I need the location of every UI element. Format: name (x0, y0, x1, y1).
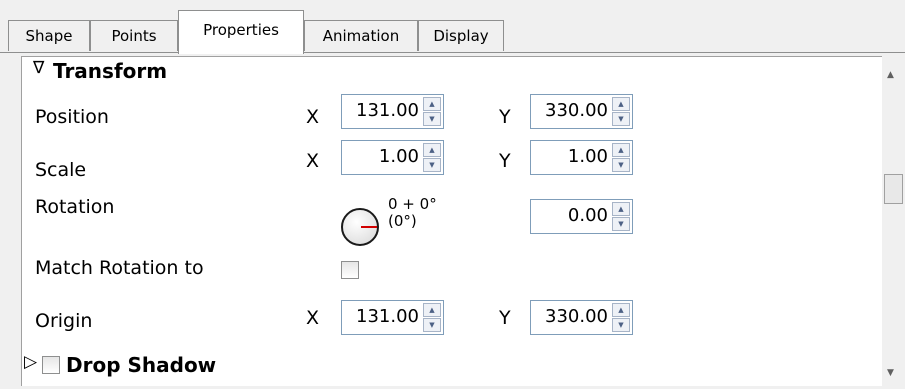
position-y-spinbox[interactable]: 330.00 ▲ ▼ (530, 94, 633, 129)
spin-down-icon[interactable]: ▼ (423, 318, 441, 332)
spin-down-icon[interactable]: ▼ (612, 158, 630, 172)
scroll-up-arrow-icon[interactable]: ▲ (887, 70, 894, 80)
tab-properties[interactable]: Properties (178, 10, 304, 54)
origin-x-value[interactable]: 131.00 (356, 306, 419, 327)
spin-down-icon[interactable]: ▼ (423, 112, 441, 126)
spin-down-icon[interactable]: ▼ (612, 318, 630, 332)
match-rotation-checkbox[interactable] (341, 261, 359, 279)
tab-divider (0, 52, 905, 53)
rotation-label: Rotation (35, 196, 115, 218)
vertical-scrollbar[interactable]: ▲ ▼ (882, 56, 905, 385)
drop-shadow-section-title[interactable]: Drop Shadow (66, 353, 216, 377)
tab-shape[interactable]: Shape (8, 20, 90, 51)
origin-x-spinbox[interactable]: 131.00 ▲ ▼ (341, 300, 444, 335)
scale-y-value[interactable]: 1.00 (568, 146, 608, 167)
origin-label: Origin (35, 310, 93, 332)
spin-up-icon[interactable]: ▲ (423, 97, 441, 111)
spin-down-icon[interactable]: ▼ (423, 158, 441, 172)
position-y-label: Y (499, 106, 511, 128)
drop-shadow-checkbox[interactable] (42, 356, 60, 374)
expand-drop-shadow-icon[interactable]: ▷ (24, 352, 37, 372)
rotation-readout-degrees: (0°) (388, 212, 417, 230)
position-x-label: X (306, 106, 320, 128)
origin-y-value[interactable]: 330.00 (545, 306, 608, 327)
match-rotation-label-clip: Match Rotation to Path (35, 255, 285, 285)
tab-points[interactable]: Points (90, 20, 178, 51)
spin-up-icon[interactable]: ▲ (612, 303, 630, 317)
scale-y-label: Y (499, 150, 511, 172)
scale-x-value[interactable]: 1.00 (379, 146, 419, 167)
position-x-value[interactable]: 131.00 (356, 100, 419, 121)
scale-label: Scale (35, 159, 87, 181)
scale-y-spinbox[interactable]: 1.00 ▲ ▼ (530, 140, 633, 175)
tab-bar: Shape Points Properties Animation Displa… (0, 0, 905, 54)
spin-up-icon[interactable]: ▲ (612, 202, 630, 216)
scroll-down-arrow-icon[interactable]: ▼ (887, 368, 894, 378)
spin-up-icon[interactable]: ▲ (423, 303, 441, 317)
origin-y-spinbox[interactable]: 330.00 ▲ ▼ (530, 300, 633, 335)
origin-y-label: Y (499, 307, 511, 329)
position-label: Position (35, 106, 109, 128)
origin-x-label: X (306, 307, 320, 329)
position-x-spinbox[interactable]: 131.00 ▲ ▼ (341, 94, 444, 129)
position-y-value[interactable]: 330.00 (545, 100, 608, 121)
tab-animation[interactable]: Animation (304, 20, 418, 51)
spin-down-icon[interactable]: ▼ (612, 112, 630, 126)
spin-up-icon[interactable]: ▲ (423, 143, 441, 157)
spin-up-icon[interactable]: ▲ (612, 143, 630, 157)
spin-down-icon[interactable]: ▼ (612, 217, 630, 231)
scrollbar-thumb[interactable] (884, 174, 903, 204)
tab-display[interactable]: Display (418, 20, 504, 51)
rotation-dial[interactable] (341, 208, 379, 246)
spin-up-icon[interactable]: ▲ (612, 97, 630, 111)
transform-section-title[interactable]: Transform (53, 59, 167, 83)
rotation-value[interactable]: 0.00 (568, 205, 608, 226)
collapse-transform-icon[interactable]: ∇ (33, 58, 44, 78)
drop-shadow-header-clip: ▷ Drop Shadow (21, 350, 881, 385)
properties-panel (21, 56, 882, 386)
match-rotation-label: Match Rotation to Path (35, 257, 204, 285)
scale-x-label: X (306, 150, 320, 172)
rotation-readout: 0 + 0° (0°) (388, 196, 437, 230)
rotation-readout-turns: 0 + 0° (388, 195, 437, 213)
scale-x-spinbox[interactable]: 1.00 ▲ ▼ (341, 140, 444, 175)
rotation-spinbox[interactable]: 0.00 ▲ ▼ (530, 199, 633, 234)
